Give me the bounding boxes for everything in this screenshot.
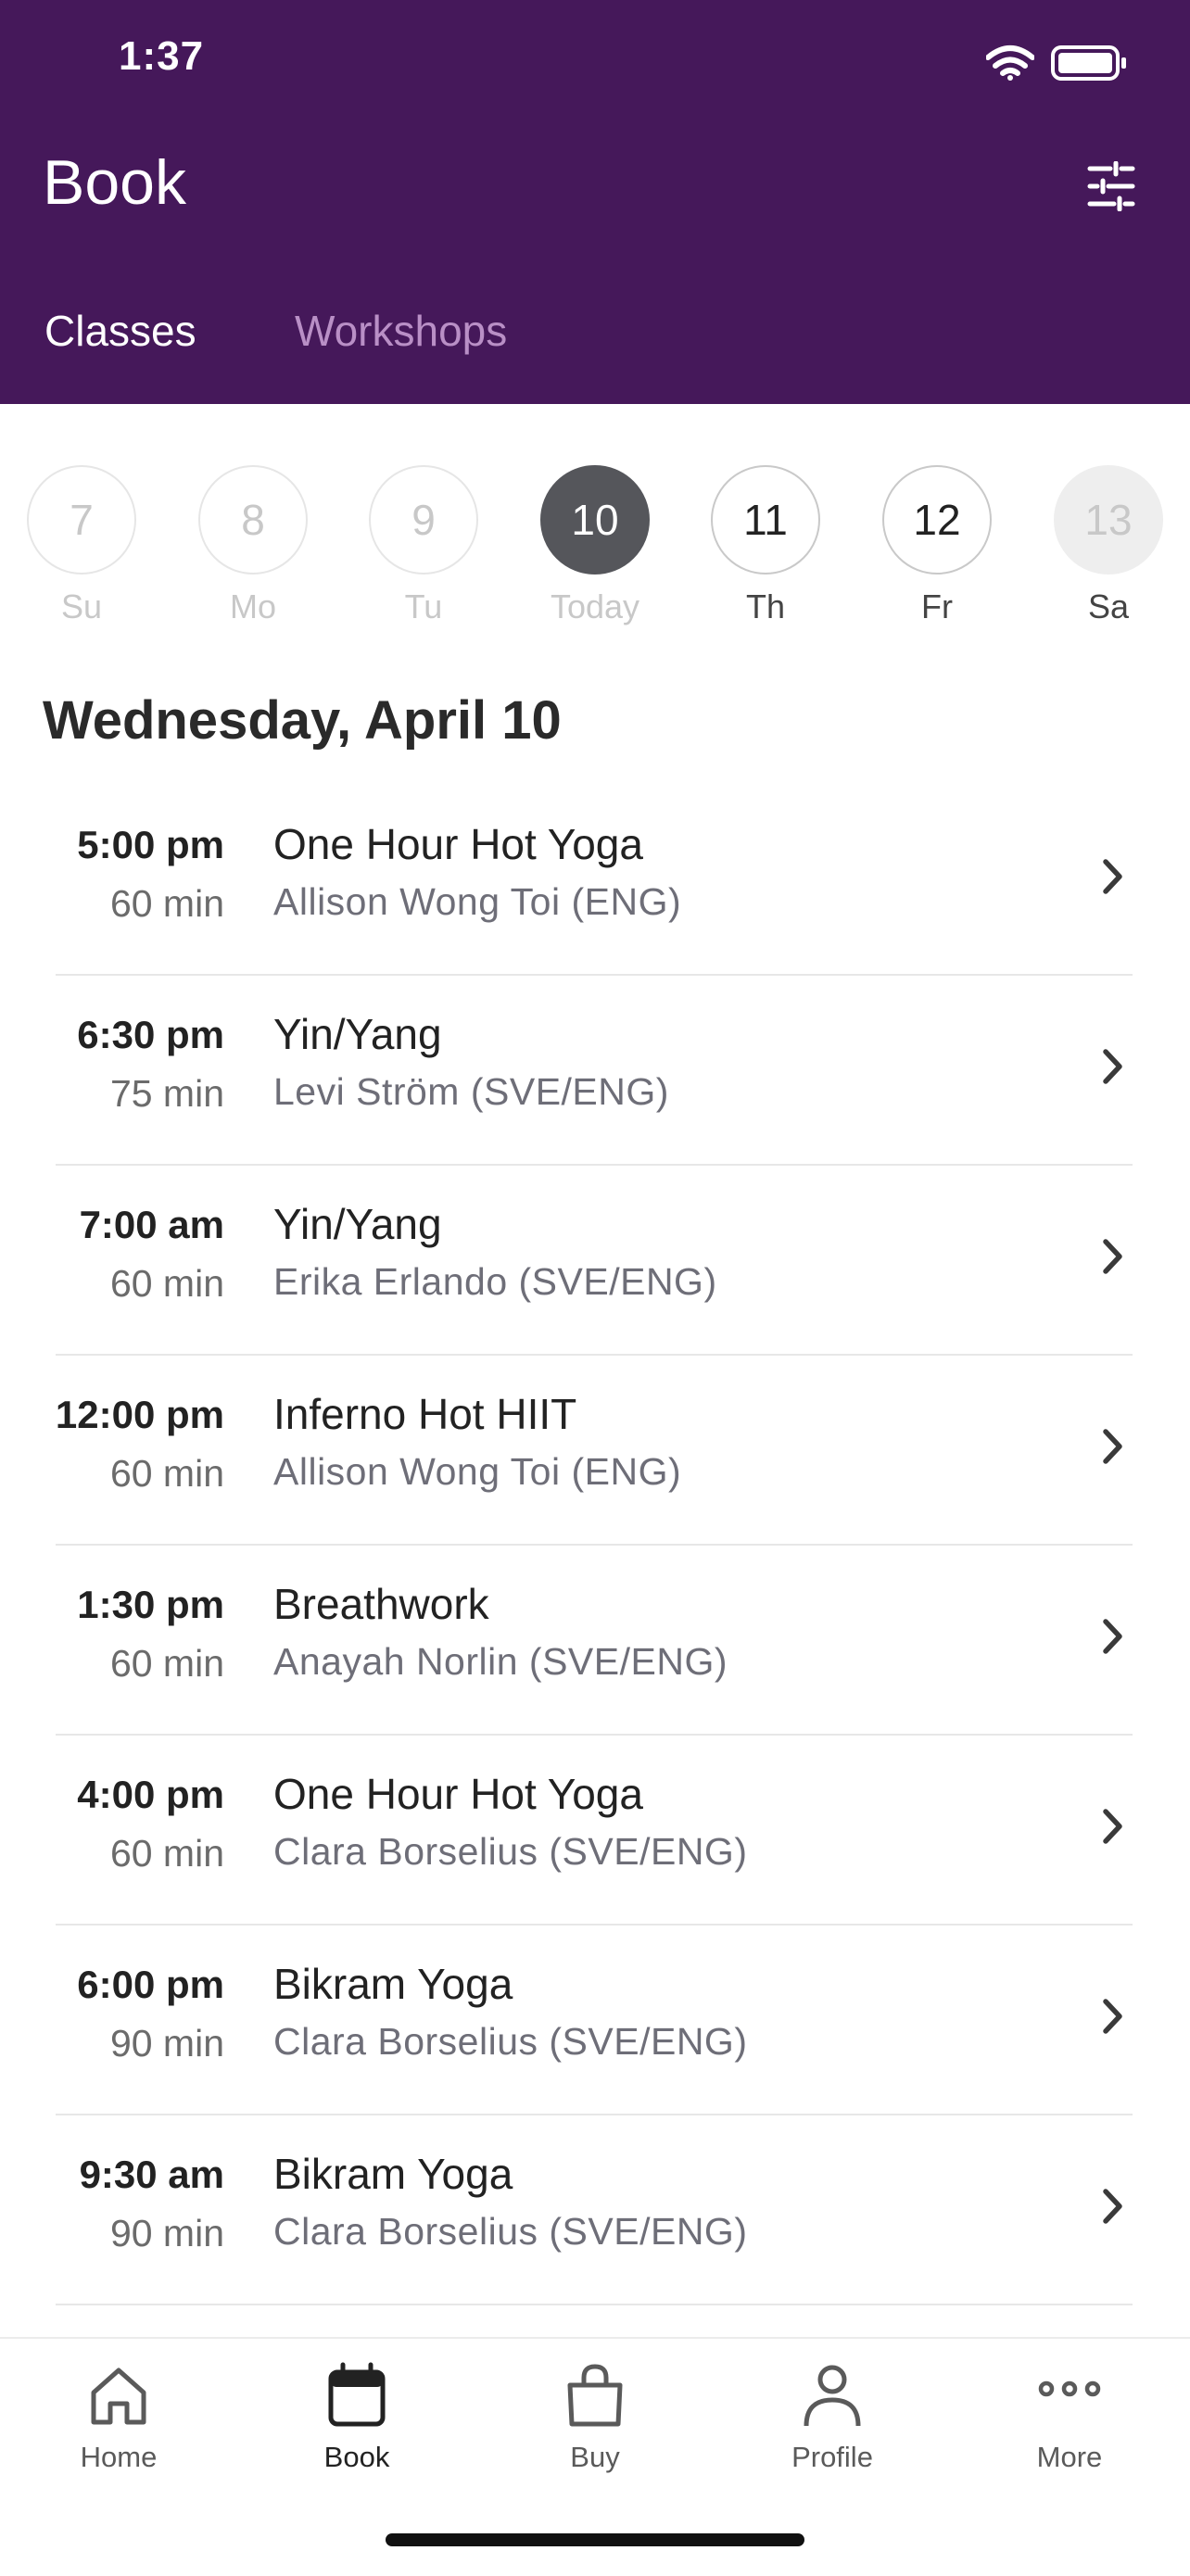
app-header: 1:37 Book Classes Workshops (0, 0, 1190, 404)
class-name: Yin/Yang (273, 1200, 442, 1248)
class-time: 7:00 am (79, 1203, 224, 1246)
day-label: Th (745, 587, 785, 625)
class-instructor: Allison Wong Toi (ENG) (273, 1450, 682, 1493)
class-row[interactable]: 6:00 pm 90 min Bikram Yoga Clara Borseli… (0, 1926, 1190, 2115)
tabbar-label: More (1036, 2441, 1103, 2473)
class-duration: 60 min (109, 1832, 224, 1875)
class-instructor: Anayah Norlin (SVE/ENG) (273, 1640, 728, 1683)
class-row[interactable]: 12:00 pm 60 min Inferno Hot HIIT Allison… (0, 1356, 1190, 1546)
chevron-right-icon (1103, 1239, 1122, 1274)
class-time: 1:30 pm (77, 1583, 224, 1626)
chevron-right-icon (1103, 2189, 1122, 2224)
tabbar-label: Home (80, 2441, 158, 2473)
class-time: 9:30 am (79, 2153, 224, 2196)
tabbar-label: Book (323, 2441, 390, 2473)
class-duration: 60 min (109, 1642, 224, 1685)
day-label: Su (60, 587, 103, 625)
class-time: 6:00 pm (77, 1963, 224, 2006)
class-duration: 90 min (109, 2022, 224, 2065)
tabbar-buy[interactable]: Buy (512, 2361, 678, 2474)
class-duration: 90 min (109, 2212, 224, 2254)
day-monday[interactable]: 8 Mo (196, 465, 310, 626)
class-row[interactable]: 4:00 pm 60 min One Hour Hot Yoga Clara B… (0, 1736, 1190, 1926)
home-icon (91, 2368, 146, 2425)
day-number: 13 (1054, 465, 1163, 575)
calendar-icon (328, 2362, 386, 2427)
day-label: Sa (1087, 587, 1130, 625)
class-name: Yin/Yang (273, 1010, 442, 1058)
more-icon (1038, 2380, 1101, 2397)
chevron-right-icon (1103, 1619, 1122, 1654)
day-number: 12 (882, 465, 992, 575)
class-instructor: Clara Borselius (SVE/ENG) (273, 2020, 748, 2063)
sliders-icon[interactable] (1086, 161, 1136, 211)
class-instructor: Clara Borselius (SVE/ENG) (273, 1830, 748, 1873)
day-label: Today (550, 587, 640, 625)
day-label: Mo (229, 587, 276, 625)
tabbar-home[interactable]: Home (35, 2361, 202, 2474)
class-duration: 75 min (109, 1072, 224, 1115)
class-duration: 60 min (109, 882, 224, 925)
class-time: 4:00 pm (77, 1773, 224, 1816)
day-today[interactable]: 10 Today (538, 465, 652, 626)
class-instructor: Erika Erlando (SVE/ENG) (273, 1260, 717, 1303)
tabbar-profile[interactable]: Profile (749, 2361, 916, 2474)
chevron-right-icon (1103, 1429, 1122, 1464)
day-number: 11 (711, 465, 820, 575)
person-icon (804, 2365, 861, 2427)
chevron-right-icon (1103, 859, 1122, 894)
day-label: Fr (921, 587, 953, 625)
class-instructor: Clara Borselius (SVE/ENG) (273, 2210, 748, 2253)
chevron-right-icon (1103, 1809, 1122, 1844)
tabbar-book[interactable]: Book (273, 2361, 440, 2474)
date-heading: Wednesday, April 10 (43, 690, 562, 751)
day-friday[interactable]: 12 Fr (880, 465, 994, 626)
day-saturday[interactable]: 13 Sa (1052, 465, 1165, 626)
page-title: Book (43, 147, 186, 218)
class-instructor: Allison Wong Toi (ENG) (273, 880, 682, 923)
row-divider (56, 2304, 1133, 2305)
day-number: 9 (369, 465, 478, 575)
class-name: Bikram Yoga (273, 2150, 513, 2198)
chevron-right-icon (1103, 1999, 1122, 2034)
class-row[interactable]: 9:30 am 90 min Bikram Yoga Clara Borseli… (0, 2115, 1190, 2305)
status-time: 1:37 (119, 33, 205, 79)
day-tuesday[interactable]: 9 Tu (367, 465, 480, 626)
class-time: 6:30 pm (77, 1013, 224, 1056)
class-row[interactable]: 7:00 am 60 min Yin/Yang Erika Erlando (S… (0, 1166, 1190, 1356)
class-name: Inferno Hot HIIT (273, 1390, 577, 1438)
class-list: 5:00 pm 60 min One Hour Hot Yoga Allison… (0, 786, 1190, 2305)
class-instructor: Levi Ström (SVE/ENG) (273, 1070, 669, 1113)
class-row[interactable]: 6:30 pm 75 min Yin/Yang Levi Ström (SVE/… (0, 976, 1190, 1166)
day-sunday[interactable]: 7 Su (25, 465, 138, 626)
class-row[interactable]: 5:00 pm 60 min One Hour Hot Yoga Allison… (0, 786, 1190, 976)
tabbar-label: Profile (791, 2441, 873, 2473)
tabbar-more[interactable]: More (986, 2361, 1153, 2474)
class-row[interactable]: 1:30 pm 60 min Breathwork Anayah Norlin … (0, 1546, 1190, 1736)
tabbar-label: Buy (570, 2441, 620, 2473)
class-name: One Hour Hot Yoga (273, 1770, 643, 1818)
wifi-icon (986, 45, 1034, 81)
day-thursday[interactable]: 11 Th (709, 465, 822, 626)
shopping-bag-icon (567, 2364, 623, 2427)
class-time: 5:00 pm (77, 823, 224, 866)
tab-workshops[interactable]: Workshops (295, 306, 507, 356)
battery-icon (1051, 45, 1126, 81)
day-label: Tu (404, 587, 443, 625)
day-number: 7 (27, 465, 136, 575)
class-name: One Hour Hot Yoga (273, 820, 643, 868)
class-duration: 60 min (109, 1262, 224, 1305)
class-duration: 60 min (109, 1452, 224, 1495)
class-name: Bikram Yoga (273, 1960, 513, 2008)
day-number: 8 (198, 465, 308, 575)
tab-classes[interactable]: Classes (44, 306, 196, 356)
class-time: 12:00 pm (55, 1393, 224, 1436)
home-indicator (386, 2533, 804, 2546)
day-number: 10 (540, 465, 650, 575)
class-name: Breathwork (273, 1580, 489, 1628)
chevron-right-icon (1103, 1049, 1122, 1084)
